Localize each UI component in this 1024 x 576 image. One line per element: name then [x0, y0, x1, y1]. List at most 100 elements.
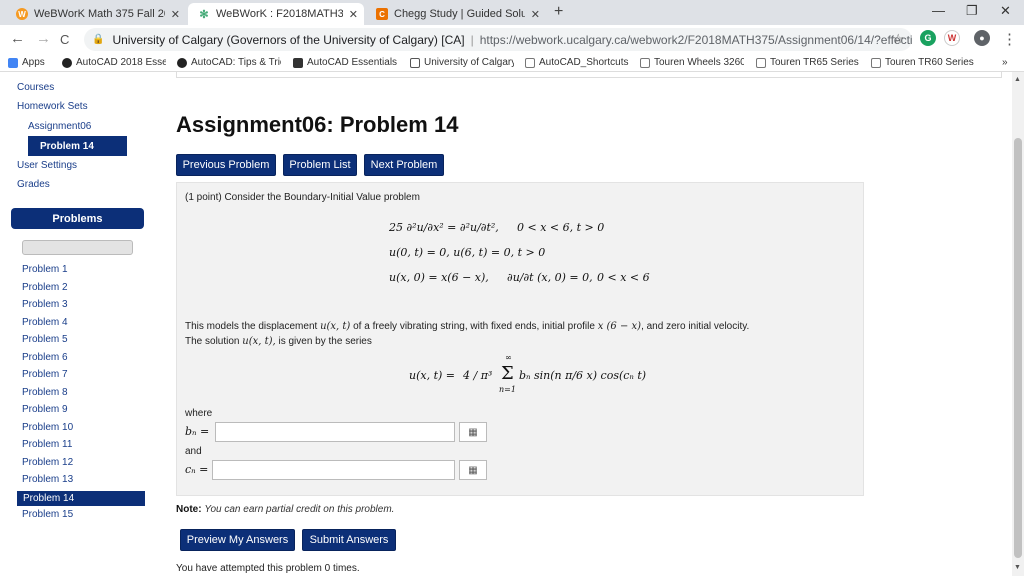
bookmark-autocad-essentials[interactable]: AutoCAD Essentials T: [293, 57, 397, 68]
scroll-up-icon[interactable]: ▲: [1014, 76, 1021, 83]
address-bar[interactable]: 🔒 University of Calgary (Governors of th…: [84, 28, 912, 51]
menu-kebab-icon[interactable]: ⋮: [1002, 30, 1017, 48]
sidebar-homework-sets-link[interactable]: Homework Sets: [17, 101, 88, 112]
bookmark-touren-tr60[interactable]: Touren TR60 Series V: [871, 57, 975, 68]
tab-title: Chegg Study | Guided Solutions: [394, 8, 525, 20]
bn-label: bₙ =: [185, 425, 210, 438]
scroll-down-icon[interactable]: ▼: [1014, 564, 1021, 571]
autocad-icon: [62, 57, 72, 68]
bookmark-autocad-tips[interactable]: AutoCAD: Tips & Tric: [177, 57, 281, 68]
bookmark-label: Touren Wheels 3260-: [654, 57, 744, 68]
page-icon: [640, 57, 650, 68]
extension-w-icon[interactable]: W: [944, 30, 960, 46]
bookmark-autocad-2018[interactable]: AutoCAD 2018 Essen: [62, 57, 166, 68]
problem-list-item[interactable]: Problem 6: [22, 352, 68, 363]
desc-text: This models the displacement: [185, 321, 318, 332]
problem-body: (1 point) Consider the Boundary-Initial …: [176, 182, 864, 496]
bn-answer-input[interactable]: [215, 422, 455, 442]
bookmarks-bar: Apps AutoCAD 2018 Essen AutoCAD: Tips & …: [0, 54, 1024, 72]
url-separator: |: [470, 32, 474, 47]
initial-domain: 0 < x < 6: [597, 271, 650, 284]
tab-chegg[interactable]: C Chegg Study | Guided Solutions ✕: [366, 3, 546, 25]
problem-description: This models the displacement u(x, t) of …: [185, 321, 749, 332]
initial-displacement: u(x, 0) = x(6 − x),: [389, 271, 489, 284]
problem-list-item[interactable]: Problem 13: [22, 474, 73, 485]
submit-answers-button[interactable]: Submit Answers: [302, 529, 396, 551]
tab-webwork-assignment[interactable]: ✻ WeBWorK : F2018MATH375 : Assi ✕: [188, 3, 364, 25]
series-sum-lower: n=1: [499, 385, 516, 394]
sidebar-current-problem[interactable]: Problem 14: [28, 136, 127, 156]
problem-list-item[interactable]: Problem 10: [22, 422, 73, 433]
maximize-icon[interactable]: ❐: [966, 3, 978, 19]
problem-list-item[interactable]: Problem 14: [17, 490, 145, 506]
problem-list-item[interactable]: Problem 12: [22, 457, 73, 468]
page-scrollbar[interactable]: ▲ ▼: [1012, 72, 1024, 576]
series-body: bₙ sin(n π/6 x) cos(cₙ t): [519, 369, 647, 382]
tab-title: WeBWorK Math 375 Fall 2018 - M: [34, 8, 165, 20]
bookmark-star-icon[interactable]: ☆: [892, 31, 904, 47]
tab-webwork-math375[interactable]: W WeBWorK Math 375 Fall 2018 - M ✕: [6, 3, 186, 25]
series-sum-symbol: Σ: [501, 363, 514, 384]
browser-toolbar: ← → C 🔒 University of Calgary (Governors…: [0, 25, 1024, 54]
site-identity: University of Calgary (Governors of the …: [112, 32, 465, 47]
forward-arrow-icon[interactable]: →: [36, 30, 51, 47]
profile-avatar-icon[interactable]: ●: [974, 30, 990, 46]
bookmark-touren-3260[interactable]: Touren Wheels 3260-: [640, 57, 744, 68]
progress-bar: [22, 240, 133, 255]
scrollbar-thumb[interactable]: [1014, 138, 1022, 558]
reload-icon[interactable]: C: [60, 32, 69, 47]
sidebar-assignment-link[interactable]: Assignment06: [28, 121, 91, 132]
series-coefficient: 4 / π³: [463, 369, 493, 382]
tab-close-icon[interactable]: ✕: [171, 8, 180, 21]
desc-u-math: u(x, t): [320, 321, 351, 332]
desc-text: of a freely vibrating string, with fixed…: [353, 321, 595, 332]
close-window-icon[interactable]: ✕: [1000, 3, 1011, 19]
problem-list-item[interactable]: Problem 1: [22, 264, 68, 275]
previous-problem-button[interactable]: Previous Problem: [176, 154, 276, 176]
problem-list-item[interactable]: Problem 4: [22, 317, 68, 328]
bookmarks-overflow-icon[interactable]: »: [1002, 57, 1008, 68]
next-problem-button[interactable]: Next Problem: [364, 154, 444, 176]
preview-answers-button[interactable]: Preview My Answers: [180, 529, 295, 551]
sidebar-user-settings-link[interactable]: User Settings: [17, 160, 77, 171]
note-text: You can earn partial credit on this prob…: [204, 504, 395, 515]
bookmark-ucalgary[interactable]: University of Calgary: [410, 57, 514, 68]
lock-icon: 🔒: [92, 34, 105, 45]
ucalgary-icon: [410, 57, 420, 68]
problem-list-button[interactable]: Problem List: [283, 154, 357, 176]
bookmark-label: Touren TR65 Series V: [770, 57, 860, 68]
bookmark-label: AutoCAD: Tips & Tric: [191, 57, 281, 68]
apps-grid-icon: [8, 57, 18, 68]
tab-close-icon[interactable]: ✕: [349, 8, 358, 21]
solution-u-math: u(x, t),: [242, 336, 276, 347]
problem-list-item[interactable]: Problem 11: [22, 439, 72, 450]
problem-list-item[interactable]: Problem 7: [22, 369, 68, 380]
tab-close-icon[interactable]: ✕: [531, 8, 540, 21]
problem-list-item[interactable]: Problem 9: [22, 404, 68, 415]
problem-list-item[interactable]: Problem 8: [22, 387, 68, 398]
cn-answer-input[interactable]: [212, 460, 455, 480]
solution-text: The solution: [185, 336, 240, 347]
bookmark-touren-tr65[interactable]: Touren TR65 Series V: [756, 57, 860, 68]
back-arrow-icon[interactable]: ←: [10, 30, 25, 47]
problem-list-item[interactable]: Problem 5: [22, 334, 68, 345]
pde-equation: 25 ∂²u/∂x² = ∂²u/∂t²,: [389, 221, 499, 234]
new-tab-button[interactable]: +: [554, 3, 563, 21]
bookmark-autocad-shortcuts[interactable]: AutoCAD_Shortcuts.:: [525, 57, 629, 68]
webwork-star-favicon-icon: ✻: [198, 8, 210, 21]
sidebar-grades-link[interactable]: Grades: [17, 179, 50, 190]
desc-profile-math: x (6 − x): [597, 321, 642, 332]
problem-list-item[interactable]: Problem 3: [22, 299, 68, 310]
equation-editor-icon[interactable]: ▦: [459, 460, 487, 480]
minimize-icon[interactable]: —: [932, 3, 945, 18]
webwork-favicon-icon: W: [16, 8, 28, 20]
url-text: https://webwork.ucalgary.ca/webwork2/F20…: [479, 32, 912, 47]
equation-editor-icon[interactable]: ▦: [459, 422, 487, 442]
sidebar-courses-link[interactable]: Courses: [17, 82, 54, 93]
solution-intro: The solution u(x, t), is given by the se…: [185, 336, 372, 347]
problem-list-item[interactable]: Problem 15: [22, 509, 73, 520]
extension-green-icon[interactable]: G: [920, 30, 936, 46]
bookmark-apps[interactable]: Apps: [8, 57, 45, 68]
header-box-edge: [176, 72, 1002, 78]
problem-list-item[interactable]: Problem 2: [22, 282, 68, 293]
